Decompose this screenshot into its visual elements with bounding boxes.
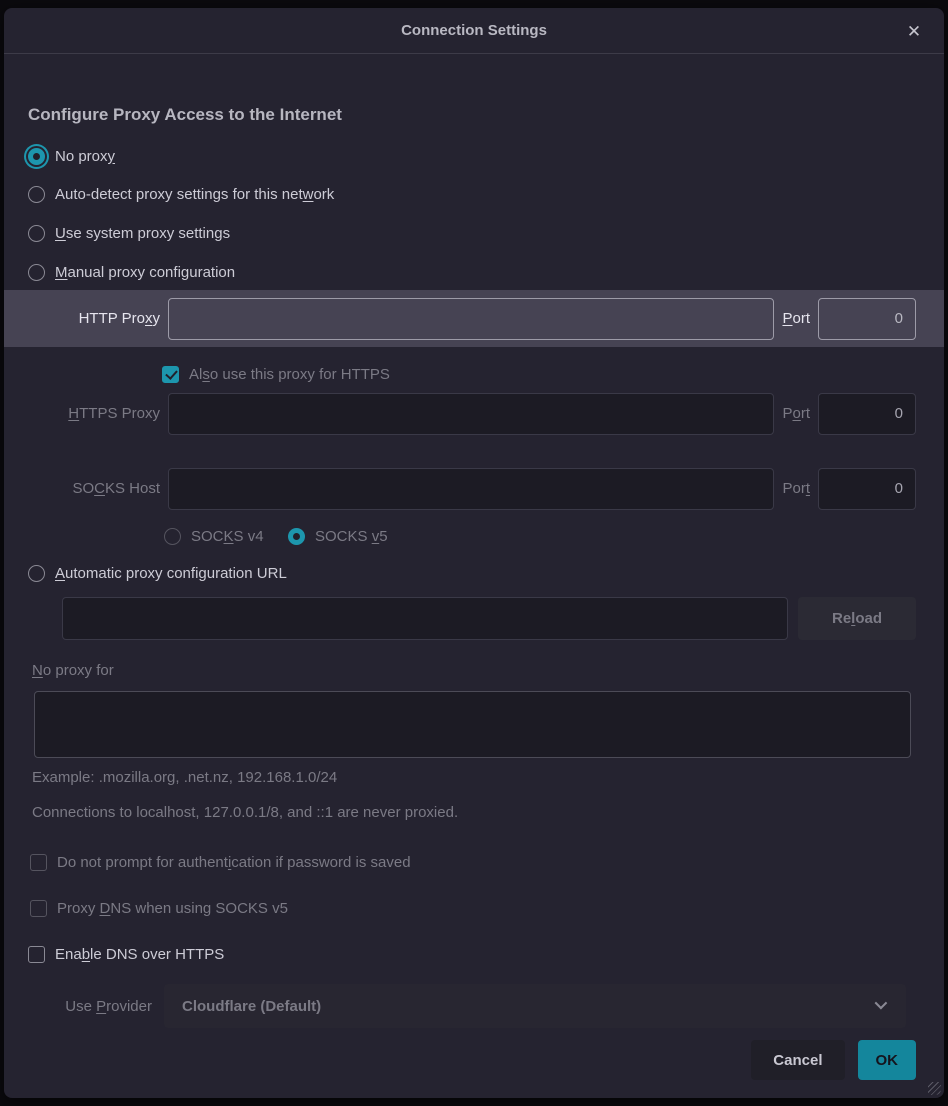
no-prompt-auth-checkbox-row[interactable]: Do not prompt for authentication if pass… — [30, 850, 411, 874]
auto-config-url-input[interactable] — [62, 597, 788, 640]
http-proxy-label: HTTP Proxy — [28, 310, 160, 327]
radio-label: Use system proxy settings — [55, 225, 230, 242]
dialog-footer: Cancel OK — [751, 1040, 916, 1080]
cancel-button[interactable]: Cancel — [751, 1040, 844, 1080]
reload-button[interactable]: Reload — [798, 597, 916, 640]
checkbox-label: Enable DNS over HTTPS — [55, 946, 224, 963]
provider-selected-value: Cloudflare (Default) — [182, 998, 321, 1015]
use-provider-label: Use Provider — [4, 998, 164, 1015]
radio-icon[interactable] — [28, 565, 45, 582]
no-proxy-for-textarea[interactable] — [34, 691, 911, 758]
checkbox-label: Do not prompt for authentication if pass… — [57, 854, 411, 871]
dialog-title: Connection Settings — [4, 8, 944, 54]
radio-label: No proxy — [55, 148, 115, 165]
checkbox-icon[interactable] — [162, 366, 179, 383]
auto-config-url-row: Reload — [62, 597, 916, 640]
ok-button[interactable]: OK — [858, 1040, 917, 1080]
resize-grippy-icon[interactable] — [928, 1082, 941, 1095]
checkbox-icon[interactable] — [30, 900, 47, 917]
radio-label: Automatic proxy configuration URL — [55, 565, 287, 582]
http-proxy-row: HTTP Proxy Port — [4, 290, 944, 347]
radio-icon[interactable] — [288, 528, 305, 545]
https-port-input[interactable] — [818, 393, 916, 435]
radio-icon[interactable] — [28, 225, 45, 242]
no-proxy-for-label: No proxy for — [32, 662, 114, 679]
radio-no-proxy[interactable]: No proxy — [28, 144, 115, 168]
radio-auto-config-url[interactable]: Automatic proxy configuration URL — [28, 561, 287, 585]
chevron-down-icon — [875, 997, 888, 1010]
checkbox-label: Proxy DNS when using SOCKS v5 — [57, 900, 288, 917]
radio-system-proxy[interactable]: Use system proxy settings — [28, 221, 230, 245]
radio-manual-proxy[interactable]: Manual proxy configuration — [28, 260, 235, 284]
enable-doh-checkbox-row[interactable]: Enable DNS over HTTPS — [28, 942, 224, 966]
http-port-input[interactable] — [818, 298, 916, 340]
checkbox-label: Also use this proxy for HTTPS — [189, 366, 390, 383]
radio-label: SOCKS v5 — [315, 528, 388, 545]
provider-dropdown[interactable]: Cloudflare (Default) — [164, 984, 906, 1028]
radio-label: SOCKS v4 — [191, 528, 264, 545]
also-https-checkbox-row[interactable]: Also use this proxy for HTTPS — [162, 362, 390, 386]
socks-host-label: SOCKS Host — [28, 480, 160, 497]
radio-socks-v4[interactable]: SOCKS v4 — [164, 524, 264, 548]
localhost-note-text: Connections to localhost, 127.0.0.1/8, a… — [32, 804, 458, 821]
socks-port-label: Port — [782, 480, 810, 497]
radio-icon[interactable] — [28, 148, 45, 165]
radio-label: Manual proxy configuration — [55, 264, 235, 281]
https-proxy-row: HTTPS Proxy Port — [4, 385, 944, 442]
no-proxy-example-text: Example: .mozilla.org, .net.nz, 192.168.… — [32, 769, 337, 786]
radio-label: Auto-detect proxy settings for this netw… — [55, 186, 334, 203]
socks-port-input[interactable] — [818, 468, 916, 510]
http-proxy-input[interactable] — [168, 298, 774, 340]
http-port-label: Port — [782, 310, 810, 327]
checkbox-icon[interactable] — [28, 946, 45, 963]
https-proxy-input[interactable] — [168, 393, 774, 435]
proxy-dns-socks5-checkbox-row[interactable]: Proxy DNS when using SOCKS v5 — [30, 896, 288, 920]
https-proxy-label: HTTPS Proxy — [28, 405, 160, 422]
checkbox-icon[interactable] — [30, 854, 47, 871]
close-icon[interactable]: ✕ — [902, 20, 926, 44]
https-port-label: Port — [782, 405, 810, 422]
socks-host-row: SOCKS Host Port — [4, 460, 944, 517]
socks-host-input[interactable] — [168, 468, 774, 510]
radio-icon[interactable] — [28, 264, 45, 281]
radio-icon[interactable] — [164, 528, 181, 545]
dialog-titlebar: Connection Settings ✕ — [4, 8, 944, 54]
radio-auto-detect[interactable]: Auto-detect proxy settings for this netw… — [28, 182, 334, 206]
page-title: Configure Proxy Access to the Internet — [28, 105, 342, 125]
doh-provider-row: Use Provider Cloudflare (Default) — [4, 984, 906, 1028]
radio-socks-v5[interactable]: SOCKS v5 — [288, 524, 388, 548]
radio-icon[interactable] — [28, 186, 45, 203]
connection-settings-dialog: Connection Settings ✕ Configure Proxy Ac… — [4, 8, 944, 1098]
